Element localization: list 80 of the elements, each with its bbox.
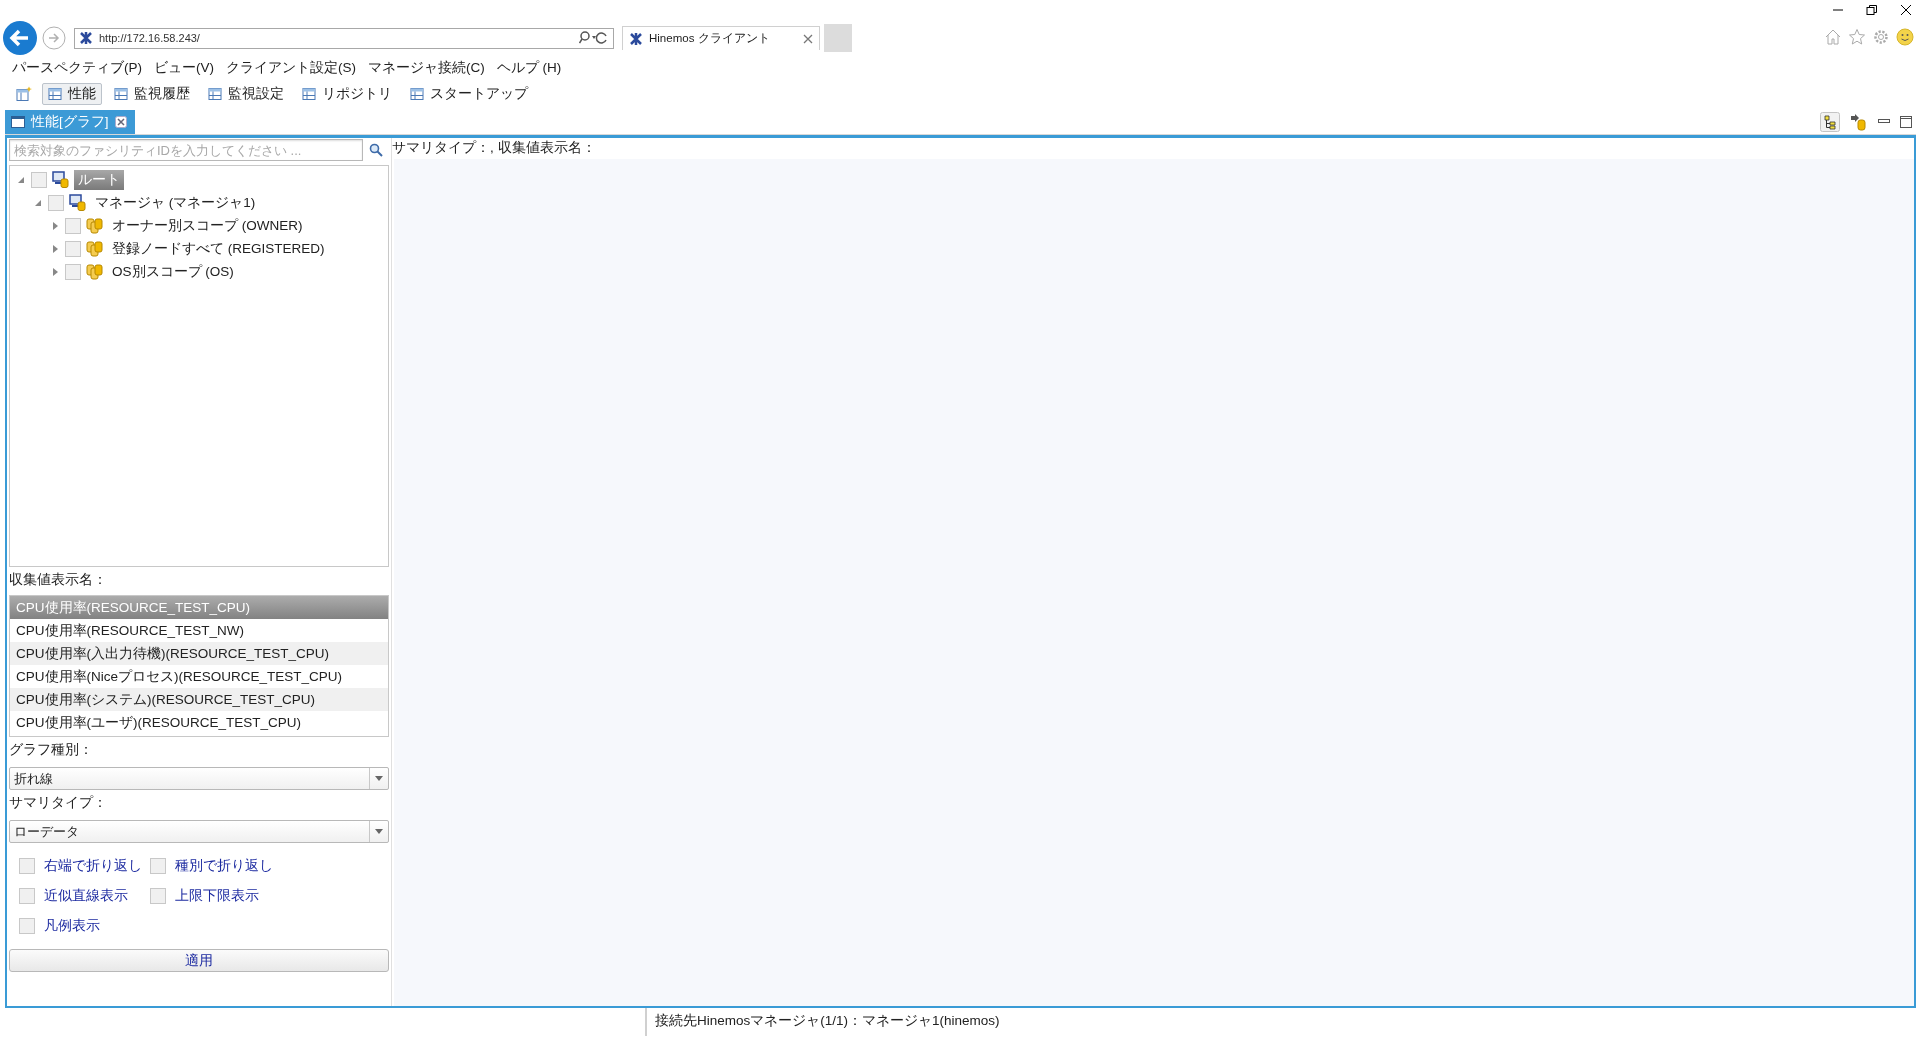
- search-icon[interactable]: [369, 143, 383, 157]
- list-item[interactable]: CPU使用率(システム)(RESOURCE_TEST_CPU): [10, 688, 388, 711]
- list-item[interactable]: CPU使用率(入出力待機)(RESOURCE_TEST_CPU): [10, 642, 388, 665]
- back-button[interactable]: [2, 20, 38, 56]
- checkbox[interactable]: [31, 171, 47, 188]
- perspective-button[interactable]: 性能: [42, 83, 102, 105]
- table-icon: [302, 87, 316, 101]
- list-item[interactable]: CPU使用率(RESOURCE_TEST_NW): [10, 619, 388, 642]
- checkbox[interactable]: [48, 194, 64, 211]
- scope-icon: [86, 263, 103, 280]
- restore-icon[interactable]: [1866, 4, 1878, 16]
- expand-arrow-icon[interactable]: [52, 221, 58, 230]
- url-text: http://172.16.58.243/: [99, 32, 201, 44]
- field-label: グラフ種別：: [8, 741, 94, 759]
- star-icon[interactable]: [1848, 28, 1866, 46]
- menu-item[interactable]: クライアント設定(S): [220, 59, 362, 77]
- field-label: サマリタイプ：: [8, 794, 108, 812]
- menu-item[interactable]: ヘルプ (H): [490, 59, 568, 77]
- apply-button[interactable]: 適用: [9, 949, 389, 972]
- open-perspective-icon[interactable]: [16, 86, 32, 102]
- checkbox[interactable]: [65, 263, 81, 280]
- perspective-button[interactable]: リポジトリ: [296, 83, 398, 105]
- menu-item[interactable]: マネージャ接続(C): [362, 59, 491, 77]
- checkbox[interactable]: [19, 888, 35, 904]
- scope-icon: [86, 217, 103, 234]
- dropdown-arrow-icon: [375, 829, 383, 834]
- server-icon: [52, 171, 69, 188]
- node-arrow-icon[interactable]: [1850, 113, 1868, 131]
- home-icon[interactable]: [1824, 28, 1842, 46]
- expand-arrow-icon[interactable]: [52, 267, 58, 276]
- table-icon: [208, 87, 222, 101]
- perspective-button[interactable]: 監視履歴: [108, 83, 196, 105]
- settings-icon[interactable]: [1872, 28, 1890, 46]
- facility-search-field[interactable]: 検索対象のファシリティIDを入力してください ...: [9, 139, 363, 161]
- status-text: 接続先Hinemosマネージャ(1/1)：マネージャ1(hinemos): [645, 1008, 1000, 1036]
- tree-item[interactable]: オーナー別スコープ (OWNER): [108, 215, 307, 236]
- checkbox-label[interactable]: 近似直線表示: [44, 887, 128, 905]
- menu-item[interactable]: パースペクティブ(P): [6, 59, 148, 77]
- list-item[interactable]: CPU使用率(Niceプロセス)(RESOURCE_TEST_CPU): [10, 665, 388, 688]
- checkbox-label[interactable]: 種別で折り返し: [175, 857, 273, 875]
- forward-button[interactable]: [42, 26, 66, 50]
- field-label: 収集値表示名：: [8, 571, 108, 589]
- search-refresh-icon[interactable]: [579, 31, 609, 45]
- list-item[interactable]: CPU使用率(ユーザ)(RESOURCE_TEST_CPU): [10, 711, 388, 734]
- site-icon: [629, 31, 643, 46]
- site-icon: [79, 31, 93, 45]
- checkbox[interactable]: [65, 217, 81, 234]
- checkbox-label[interactable]: 凡例表示: [44, 917, 100, 935]
- scope-tree-icon[interactable]: [1820, 112, 1840, 132]
- dropdown[interactable]: ローデータ: [9, 820, 389, 843]
- checkbox[interactable]: [65, 240, 81, 257]
- checkbox[interactable]: [150, 858, 166, 874]
- expand-arrow-icon[interactable]: [52, 244, 58, 253]
- table-icon: [114, 87, 128, 101]
- scope-icon: [86, 240, 103, 257]
- checkbox[interactable]: [19, 858, 35, 874]
- maximize-icon[interactable]: [1900, 116, 1912, 128]
- tree-item[interactable]: マネージャ (マネージャ1): [91, 192, 260, 213]
- checkbox[interactable]: [150, 888, 166, 904]
- checkbox[interactable]: [19, 918, 35, 934]
- dropdown[interactable]: 折れ線: [9, 767, 389, 790]
- window-icon: [11, 116, 25, 128]
- perspective-button[interactable]: スタートアップ: [404, 83, 534, 105]
- checkbox-label[interactable]: 右端で折り返し: [44, 857, 142, 875]
- close-icon[interactable]: [1900, 4, 1912, 16]
- smiley-icon[interactable]: [1896, 28, 1914, 46]
- table-icon: [410, 87, 424, 101]
- checkbox-label[interactable]: 上限下限表示: [175, 887, 259, 905]
- dropdown-arrow-icon: [375, 776, 383, 781]
- menu-item[interactable]: ビュー(V): [148, 59, 220, 77]
- table-icon: [48, 87, 62, 101]
- collapse-arrow-icon[interactable]: [18, 176, 24, 183]
- tree-item[interactable]: OS別スコープ (OS): [108, 261, 238, 282]
- perspective-button[interactable]: 監視設定: [202, 83, 290, 105]
- browser-tab[interactable]: Hinemos クライアント: [622, 26, 820, 50]
- tab-title: Hinemos クライアント: [649, 31, 771, 46]
- address-bar[interactable]: http://172.16.58.243/: [74, 27, 614, 49]
- server-icon: [69, 194, 86, 211]
- tree-item[interactable]: 登録ノードすべて (REGISTERED): [108, 238, 329, 259]
- collapse-arrow-icon[interactable]: [35, 199, 41, 206]
